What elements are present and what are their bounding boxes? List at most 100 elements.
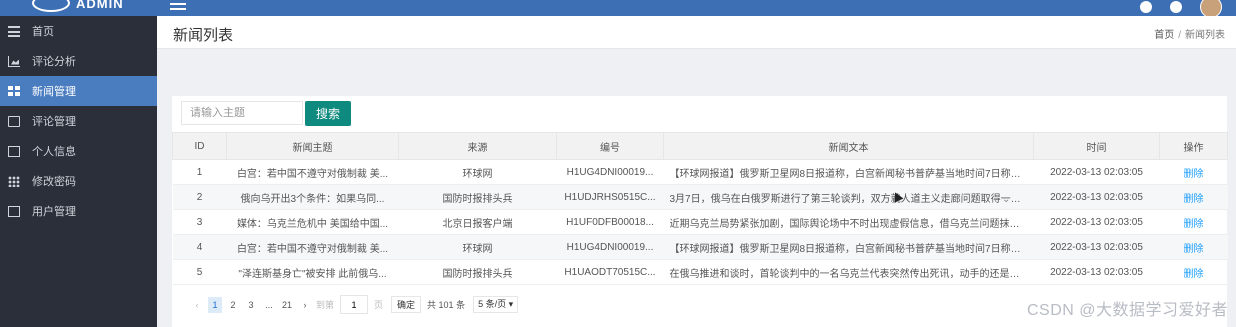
cell-text: 3月7日，俄乌在白俄罗斯进行了第三轮谈判，双方就人道主义走廊问题取得一些积极..… bbox=[663, 184, 1034, 210]
column-header[interactable]: 新闻文本 bbox=[663, 132, 1034, 160]
delete-link[interactable]: 删除 bbox=[1184, 194, 1204, 205]
sidebar-item-label: 评论管理 bbox=[32, 116, 76, 128]
cell-code: H1UG4DNI00019... bbox=[556, 234, 664, 260]
delete-link[interactable]: 删除 bbox=[1184, 169, 1204, 180]
chevron-down-icon: ⌄ bbox=[1002, 194, 1011, 205]
cell-operation: 删除 bbox=[1159, 259, 1228, 285]
cell-time: 2022-03-13 02:03:05 bbox=[1033, 259, 1160, 285]
sidebar-item-profile[interactable]: 个人信息 bbox=[0, 136, 157, 166]
table-row[interactable]: 1 白宫：若中国不遵守对俄制裁 美... 环球网 H1UG4DNI00019..… bbox=[172, 159, 1228, 185]
cell-source: 国防时报排头兵 bbox=[398, 259, 557, 285]
cell-time: 2022-03-13 02:03:05 bbox=[1033, 159, 1160, 185]
page-1-button[interactable]: 1 bbox=[208, 296, 222, 313]
prev-page-button[interactable]: ‹ bbox=[190, 297, 204, 313]
page-title: 新闻列表 bbox=[173, 27, 234, 44]
cell-topic: 白宫：若中国不遵守对俄制裁 美... bbox=[226, 234, 399, 260]
sidebar-item-label: 用户管理 bbox=[32, 206, 76, 218]
column-header[interactable]: ID bbox=[172, 132, 227, 160]
breadcrumb: 首页 / 新闻列表 bbox=[1154, 26, 1225, 41]
cell-text: 在俄乌推进和谈时，首轮谈判中的一名乌克兰代表突然传出死讯，动手的还是乌克兰... bbox=[663, 259, 1034, 285]
sidebar-item-label: 个人信息 bbox=[32, 146, 76, 158]
logo-mark-icon bbox=[32, 0, 70, 12]
table-grid-icon bbox=[8, 85, 20, 97]
page-ellipsis: ... bbox=[265, 299, 273, 310]
logo: ADMIN bbox=[32, 0, 124, 12]
delete-link[interactable]: 删除 bbox=[1184, 244, 1204, 255]
dots-grid-icon bbox=[8, 175, 20, 187]
goto-label: 到第 bbox=[316, 300, 335, 310]
help-icon[interactable] bbox=[1140, 1, 1152, 13]
cell-operation: 删除 bbox=[1159, 234, 1228, 260]
document-icon bbox=[8, 145, 20, 157]
breadcrumb-home[interactable]: 首页 bbox=[1154, 30, 1174, 41]
cell-code: H1UDJRHS0515C... bbox=[556, 184, 664, 210]
cell-topic: 白宫：若中国不遵守对俄制裁 美... bbox=[226, 159, 399, 185]
sidebar-item-comment-analysis[interactable]: 评论分析 bbox=[0, 46, 157, 76]
cell-text: 近期乌克兰局势紧张加剧，国际舆论场中不时出现虚假信息，借乌克兰问题抹黑中国... bbox=[663, 209, 1034, 235]
cell-topic: 媒体：乌克兰危机中 美国给中国... bbox=[226, 209, 399, 235]
breadcrumb-separator: / bbox=[1178, 30, 1181, 41]
page-unit-label: 页 bbox=[374, 300, 384, 310]
sidebar-item-home[interactable]: 首页 bbox=[0, 16, 157, 46]
cell-operation: 删除 bbox=[1159, 159, 1228, 185]
cell-time: 2022-03-13 02:03:05 bbox=[1033, 184, 1160, 210]
sidebar-item-news-management[interactable]: 新闻管理 bbox=[0, 76, 157, 106]
goto-page-input[interactable] bbox=[340, 295, 369, 314]
main-content: 新闻列表 首页 / 新闻列表 搜索 ID 新闻主题 来源 编号 新闻文本 时间 操作 bbox=[157, 16, 1236, 327]
column-header[interactable]: 新闻主题 bbox=[226, 132, 399, 160]
mail-icon[interactable] bbox=[1170, 1, 1182, 13]
cell-source: 北京日报客户端 bbox=[398, 209, 557, 235]
cell-id: 1 bbox=[172, 159, 227, 185]
column-header[interactable]: 操作 bbox=[1159, 132, 1228, 160]
news-panel: 搜索 ID 新闻主题 来源 编号 新闻文本 时间 操作 1 bbox=[172, 96, 1228, 327]
sidebar-item-comment-management[interactable]: 评论管理 bbox=[0, 106, 157, 136]
delete-link[interactable]: 删除 bbox=[1184, 269, 1204, 280]
search-input[interactable] bbox=[181, 101, 303, 125]
content-header: 新闻列表 首页 / 新闻列表 bbox=[157, 16, 1236, 49]
watermark: CSDN @大数据学习爱好者 bbox=[1026, 302, 1228, 319]
hamburger-menu-icon[interactable] bbox=[170, 0, 186, 10]
column-header[interactable]: 来源 bbox=[398, 132, 557, 160]
cell-id: 2 bbox=[172, 184, 227, 210]
sidebar-item-label: 修改密码 bbox=[32, 176, 76, 188]
table-row[interactable]: 5 "泽连斯基身亡"被安排 此前俄乌... 国防时报排头兵 H1UAODT705… bbox=[172, 259, 1228, 285]
cell-code: H1UAODT70515C... bbox=[556, 259, 664, 285]
cell-id: 3 bbox=[172, 209, 227, 235]
top-bar: ADMIN bbox=[0, 0, 1236, 18]
column-header[interactable]: 时间 bbox=[1033, 132, 1160, 160]
cell-topic: "泽连斯基身亡"被安排 此前俄乌... bbox=[226, 259, 399, 285]
sidebar-item-change-password[interactable]: 修改密码 bbox=[0, 166, 157, 196]
cell-code: H1UF0DFB00018... bbox=[556, 209, 664, 235]
sidebar-item-user-management[interactable]: 用户管理 bbox=[0, 196, 157, 226]
next-page-button[interactable]: › bbox=[298, 297, 312, 313]
table-row[interactable]: 2 俄向乌开出3个条件：如果乌同... 国防时报排头兵 H1UDJRHS0515… bbox=[172, 184, 1228, 210]
cell-source: 国防时报排头兵 bbox=[398, 184, 557, 210]
page-size-select[interactable]: 5 条/页 ▾ bbox=[473, 296, 519, 313]
area-chart-icon bbox=[8, 55, 20, 67]
cell-code: H1UG4DNI00019... bbox=[556, 159, 664, 185]
breadcrumb-current: 新闻列表 bbox=[1185, 30, 1225, 41]
page-3-button[interactable]: 3 bbox=[244, 297, 258, 313]
goto-confirm-button[interactable]: 确定 bbox=[391, 296, 422, 313]
sidebar-item-label: 首页 bbox=[32, 26, 54, 38]
cell-time: 2022-03-13 02:03:05 bbox=[1033, 209, 1160, 235]
sidebar-item-label: 新闻管理 bbox=[32, 86, 76, 98]
total-count: 共 101 条 bbox=[427, 300, 466, 310]
cell-operation: 删除 bbox=[1159, 184, 1228, 210]
search-button[interactable]: 搜索 bbox=[305, 101, 351, 126]
pagination: ‹ 1 2 3 ... 21 › 到第 页 确定 共 101 条 5 条/页 ▾ bbox=[190, 295, 519, 314]
cell-source: 环球网 bbox=[398, 234, 557, 260]
cell-source: 环球网 bbox=[398, 159, 557, 185]
cell-text: 【环球网报道】俄罗斯卫星网8日报道称，白宫新闻秘书普萨基当地时间7日称，中国..… bbox=[663, 234, 1034, 260]
table-row[interactable]: 4 白宫：若中国不遵守对俄制裁 美... 环球网 H1UG4DNI00019..… bbox=[172, 234, 1228, 260]
sidebar: 首页 评论分析 新闻管理 评论管理 个人信息 修改密码 用户管理 bbox=[0, 16, 157, 327]
page-21-button[interactable]: 21 bbox=[280, 297, 294, 313]
cell-text: 【环球网报道】俄罗斯卫星网8日报道称，白宫新闻秘书普萨基当地时间7日称，中国..… bbox=[663, 159, 1034, 185]
cell-time: 2022-03-13 02:03:05 bbox=[1033, 234, 1160, 260]
cell-id: 4 bbox=[172, 234, 227, 260]
column-header[interactable]: 编号 bbox=[556, 132, 664, 160]
delete-link[interactable]: 删除 bbox=[1184, 219, 1204, 230]
news-table: ID 新闻主题 来源 编号 新闻文本 时间 操作 1 白宫：若中国不遵守对俄制裁… bbox=[172, 132, 1228, 285]
page-2-button[interactable]: 2 bbox=[226, 297, 240, 313]
table-row[interactable]: 3 媒体：乌克兰危机中 美国给中国... 北京日报客户端 H1UF0DFB000… bbox=[172, 209, 1228, 235]
